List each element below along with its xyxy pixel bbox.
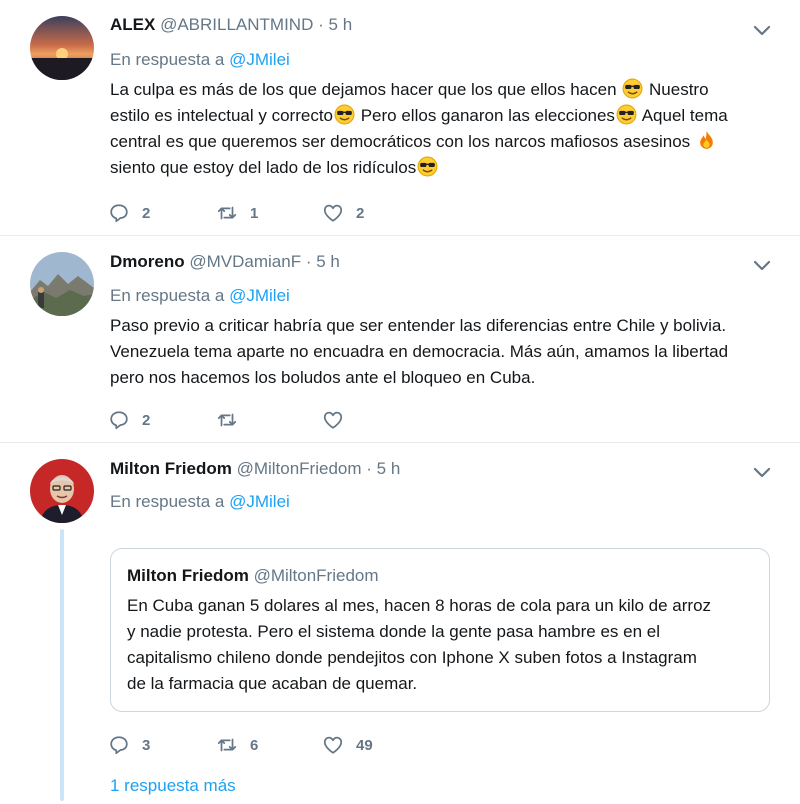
avatar-dmoreno[interactable] — [30, 252, 94, 316]
tweet-timestamp[interactable]: 5 h — [377, 459, 401, 478]
reply-icon — [110, 736, 128, 755]
like-count: 2 — [356, 204, 365, 222]
tweet-text: Paso previo a criticar habría que ser en… — [110, 313, 780, 391]
author-handle[interactable]: @MVDamianF — [189, 252, 301, 271]
retweet-button[interactable] — [216, 408, 250, 432]
author-handle[interactable]: @MiltonFriedom — [237, 459, 362, 478]
heart-icon — [323, 204, 343, 222]
tweet-timestamp[interactable]: 5 h — [329, 15, 353, 34]
avatar-milton-friedom[interactable] — [30, 459, 94, 523]
chevron-down-icon[interactable] — [750, 464, 774, 482]
separator-dot: · — [366, 459, 372, 478]
tweet-actions: 2 — [108, 408, 408, 432]
thread-connector-line — [60, 529, 64, 801]
reply-prefix: En respuesta a — [110, 286, 225, 305]
retweet-button[interactable]: 1 — [216, 201, 258, 225]
tweet-text-line: pero nos hacemos los boludos ante el blo… — [110, 368, 536, 387]
quoted-text-line: de la farmacia que acaban de quemar. — [127, 674, 418, 693]
reply-count: 3 — [142, 736, 151, 754]
quoted-text-line: En Cuba ganan 5 dolares al mes, hacen 8 … — [127, 596, 712, 615]
like-button[interactable] — [322, 408, 356, 432]
quoted-tweet[interactable]: Milton Friedom @MiltonFriedom En Cuba ga… — [110, 548, 770, 712]
tweet-dmoreno[interactable]: Dmoreno @MVDamianF · 5 h En respuesta a … — [0, 236, 800, 442]
reply-icon — [110, 411, 128, 430]
tweet-actions: 3 6 49 — [108, 733, 408, 757]
reply-button[interactable]: 2 — [108, 201, 150, 225]
heart-icon — [323, 736, 343, 754]
reply-icon — [110, 204, 128, 223]
sunglasses-emoji-icon — [622, 78, 643, 99]
retweet-count: 6 — [250, 736, 259, 754]
tweet-text: La culpa es más de los que dejamos hacer… — [110, 77, 780, 181]
reply-button[interactable]: 3 — [108, 733, 150, 757]
reply-count: 2 — [142, 204, 151, 222]
retweet-count: 1 — [250, 204, 259, 222]
more-replies-link[interactable]: 1 respuesta más — [110, 776, 236, 796]
sunglasses-emoji-icon — [417, 156, 438, 177]
author-name[interactable]: ALEX — [110, 15, 155, 34]
reply-count: 2 — [142, 411, 151, 429]
quoted-author-handle: @MiltonFriedom — [253, 566, 379, 585]
author-name[interactable]: Milton Friedom — [110, 459, 232, 478]
heart-icon — [323, 411, 343, 429]
tweet-text-line: siento que estoy del lado de los ridícul… — [110, 155, 780, 181]
separator-dot: · — [318, 15, 324, 34]
author-handle[interactable]: @ABRILLANTMIND — [160, 15, 313, 34]
sunglasses-emoji-icon — [616, 104, 637, 125]
quoted-author-name: Milton Friedom — [127, 566, 249, 585]
quoted-tweet-text: En Cuba ganan 5 dolares al mes, hacen 8 … — [127, 593, 757, 697]
like-button[interactable]: 49 — [322, 733, 373, 757]
sunglasses-emoji-icon — [334, 104, 355, 125]
retweet-icon — [217, 206, 237, 220]
tweet-alex[interactable]: ALEX @ABRILLANTMIND · 5 h En respuesta a… — [0, 0, 800, 236]
tweet-actions: 2 1 2 — [108, 201, 408, 225]
reply-mention-link[interactable]: @JMilei — [229, 286, 290, 305]
tweet-text-line: central es que queremos ser democráticos… — [110, 129, 780, 155]
retweet-icon — [217, 738, 237, 752]
avatar-alex[interactable] — [30, 16, 94, 80]
tweet-text-line: Venezuela tema aparte no encuadra en dem… — [110, 342, 729, 361]
retweet-button[interactable]: 6 — [216, 733, 258, 757]
author-name[interactable]: Dmoreno — [110, 252, 185, 271]
reply-mention-link[interactable]: @JMilei — [229, 50, 290, 69]
tweet-timestamp[interactable]: 5 h — [316, 252, 340, 271]
reply-mention-link[interactable]: @JMilei — [229, 492, 290, 511]
like-button[interactable]: 2 — [322, 201, 364, 225]
reply-prefix: En respuesta a — [110, 492, 225, 511]
fire-emoji-icon — [696, 130, 717, 151]
chevron-down-icon[interactable] — [750, 257, 774, 275]
tweet-text-line: estilo es intelectual y correcto Pero el… — [110, 104, 728, 125]
reply-button[interactable]: 2 — [108, 408, 150, 432]
chevron-down-icon[interactable] — [750, 22, 774, 40]
reply-prefix: En respuesta a — [110, 50, 225, 69]
like-count: 49 — [356, 736, 373, 754]
quoted-text-line: y nadie protesta. Pero el sistema donde … — [127, 622, 661, 641]
quoted-text-line: capitalismo chileno donde pendejitos con… — [127, 648, 697, 667]
tweet-text-line: Paso previo a criticar habría que ser en… — [110, 316, 727, 335]
retweet-icon — [217, 413, 237, 427]
separator-dot: · — [305, 252, 312, 271]
tweet-text-line: La culpa es más de los que dejamos hacer… — [110, 78, 709, 99]
